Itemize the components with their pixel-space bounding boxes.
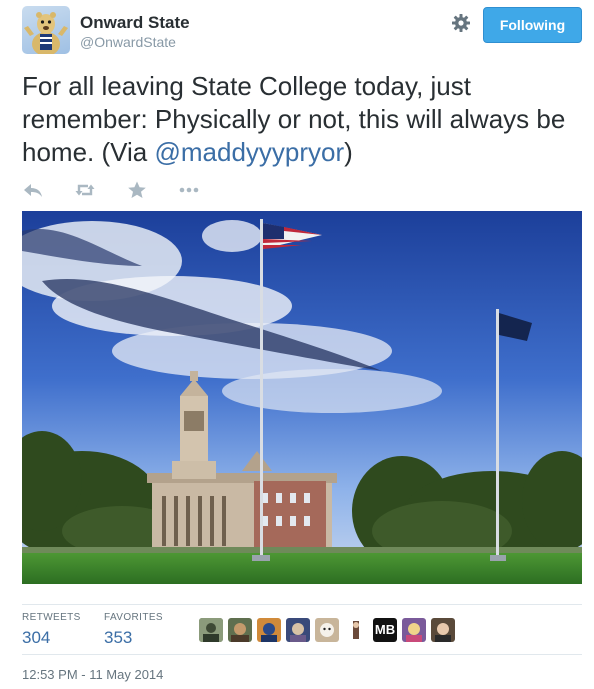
favorite-icon[interactable] (126, 180, 148, 200)
tweet-header: Onward State @OnwardState Following (22, 6, 582, 58)
favorites-count: 353 (104, 628, 133, 647)
favoriter-avatar[interactable] (199, 618, 223, 642)
favoriter-avatar[interactable] (257, 618, 281, 642)
tweet-text: For all leaving State College today, jus… (22, 70, 590, 169)
retweet-icon[interactable] (74, 180, 96, 200)
favoriter-avatar-badge[interactable]: MB (373, 618, 397, 642)
tweet-timestamp[interactable]: 12:53 PM - 11 May 2014 (22, 667, 163, 682)
favoriter-avatar[interactable] (344, 618, 368, 642)
retweets-label: RETWEETS (22, 612, 81, 623)
tweet-actions (22, 180, 222, 200)
nittany-lion-mascot-image (24, 12, 68, 54)
favoriter-avatar[interactable] (286, 618, 310, 642)
stats-divider-bottom (22, 654, 582, 655)
reply-icon[interactable] (22, 180, 44, 200)
stats-divider-top (22, 604, 582, 605)
favoriter-avatar[interactable] (315, 618, 339, 642)
retweets-stat[interactable]: RETWEETS 304 (22, 612, 81, 649)
more-icon[interactable] (178, 180, 200, 200)
favorites-stat[interactable]: FAVORITES 353 (104, 612, 163, 649)
avatar[interactable] (22, 6, 70, 54)
favoriter-avatar[interactable] (431, 618, 455, 642)
favorites-label: FAVORITES (104, 612, 163, 623)
user-handle[interactable]: @OnwardState (80, 33, 190, 51)
tweet-photo[interactable] (22, 211, 582, 584)
old-main-campus-photo (22, 211, 582, 584)
display-name[interactable]: Onward State (80, 13, 190, 33)
user-names: Onward State @OnwardState (80, 13, 190, 51)
tweet-body-end: ) (344, 137, 353, 167)
favoriter-avatar[interactable] (228, 618, 252, 642)
gear-icon[interactable] (451, 13, 471, 33)
retweets-count: 304 (22, 628, 51, 647)
following-button[interactable]: Following (483, 7, 582, 43)
favoriter-avatar[interactable] (402, 618, 426, 642)
mention-link[interactable]: @maddyyypryor (154, 137, 344, 167)
